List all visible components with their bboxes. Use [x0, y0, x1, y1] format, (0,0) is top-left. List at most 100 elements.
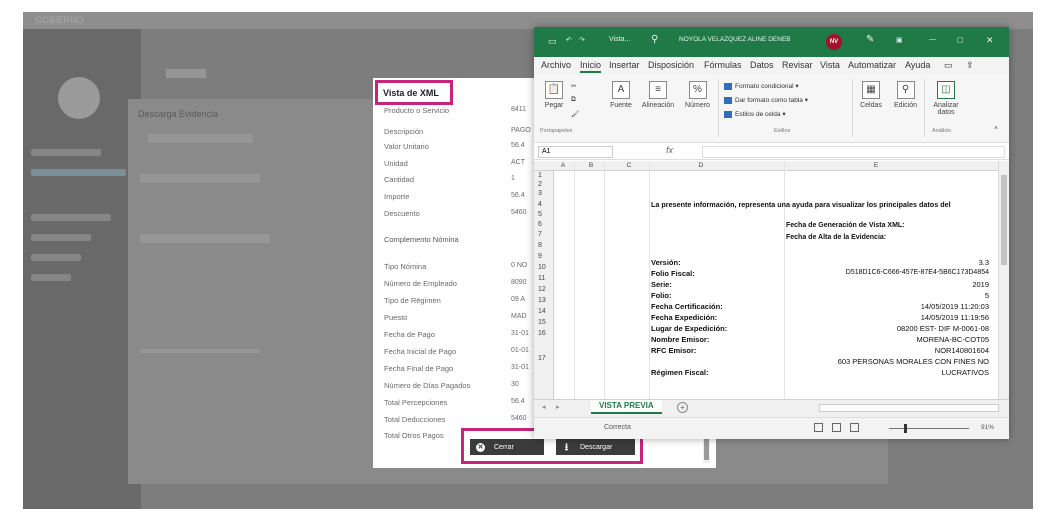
row-number[interactable]: 1 [538, 172, 542, 179]
menu-revisar[interactable]: Revisar [782, 60, 813, 70]
page-break-icon[interactable] [850, 423, 859, 432]
issuer-rfc-value-cell[interactable]: NOR140801604 [784, 346, 989, 355]
prev-sheet-icon[interactable]: ◂ [542, 403, 546, 411]
menu-automatizar[interactable]: Automatizar [848, 60, 896, 70]
folio-label-cell[interactable]: Folio: [651, 291, 671, 300]
issuer-name-value-cell[interactable]: MORENA-BC-COT05 [784, 335, 989, 344]
analyze-data-button[interactable]: ◫ Analizar datos [928, 81, 964, 116]
row-number[interactable]: 16 [538, 330, 546, 337]
search-icon[interactable]: ⚲ [651, 34, 658, 45]
avatar[interactable]: NV [826, 34, 842, 50]
zoom-level[interactable]: 91% [981, 424, 994, 431]
menu-ayuda[interactable]: Ayuda [905, 60, 930, 70]
column-header[interactable]: A [556, 162, 570, 169]
row-number[interactable]: 9 [538, 253, 542, 260]
tax-regime-value-cell[interactable]: 603 PERSONAS MORALES CON FINES NO [784, 357, 989, 366]
xml-scrollbar-thumb[interactable] [704, 438, 709, 460]
next-sheet-icon[interactable]: ▸ [556, 403, 560, 411]
intro-text-cell[interactable]: La presente información, representa una … [651, 200, 951, 209]
vertical-scrollbar-thumb[interactable] [1001, 175, 1007, 265]
cut-icon[interactable]: ✂ [571, 82, 576, 90]
row-number[interactable]: 6 [538, 221, 542, 228]
vertical-scrollbar[interactable] [998, 161, 1009, 399]
zoom-slider[interactable] [889, 428, 969, 429]
minimize-icon[interactable]: — [929, 36, 936, 43]
row-number[interactable]: 5 [538, 211, 542, 218]
menu-disposicion[interactable]: Disposición [648, 60, 694, 70]
share-icon[interactable]: ⇪ [966, 60, 974, 71]
folio-fiscal-value-cell[interactable]: D518D1C6-C666-457E-87E4-5B6C173D4854 [784, 269, 989, 276]
menu-archivo[interactable]: Archivo [541, 60, 571, 70]
pen-icon[interactable]: ✎ [866, 34, 874, 45]
page-layout-icon[interactable] [832, 423, 841, 432]
column-header[interactable]: C [622, 162, 636, 169]
maximize-icon[interactable]: ▢ [957, 36, 964, 44]
format-painter-icon[interactable]: 🖌 [571, 110, 579, 118]
folio-fiscal-label-cell[interactable]: Folio Fiscal: [651, 269, 695, 278]
close-button[interactable]: ✕ Cerrar [470, 439, 544, 455]
menu-inicio[interactable]: Inicio [580, 60, 602, 73]
undo-icon[interactable]: ↶ [566, 36, 572, 44]
paste-button[interactable]: 📋 Pegar [540, 81, 568, 109]
sheet-tab-vista-previa[interactable]: VISTA PREVIA [591, 400, 662, 414]
alignment-button[interactable]: ≡ Alineación [639, 81, 677, 109]
conditional-format-button[interactable]: Formato condicional ▾ [724, 82, 799, 90]
horizontal-scrollbar[interactable] [819, 404, 999, 412]
expedition-place-label-cell[interactable]: Lugar de Expedición: [651, 324, 727, 333]
worksheet-grid[interactable]: A B C D E 1 2 3 4 5 6 7 8 9 10 11 12 13 … [534, 161, 998, 399]
row-number[interactable]: 13 [538, 297, 546, 304]
formula-input[interactable] [702, 146, 1005, 158]
zoom-slider-knob[interactable] [904, 424, 907, 433]
name-box[interactable]: A1 [538, 146, 613, 158]
comments-icon[interactable]: ▭ [944, 60, 953, 71]
row-number[interactable]: 17 [538, 355, 546, 362]
normal-view-icon[interactable] [814, 423, 823, 432]
row-number[interactable]: 2 [538, 181, 542, 188]
column-header[interactable]: B [584, 162, 598, 169]
version-value-cell[interactable]: 3.3 [784, 258, 989, 267]
certification-date-value-cell[interactable]: 14/05/2019 11:20:03 [784, 302, 989, 311]
function-icon[interactable]: fx [666, 145, 673, 155]
evidence-date-cell[interactable]: Fecha de Alta de la Evidencia: [786, 234, 886, 241]
serie-value-cell[interactable]: 2019 [784, 280, 989, 289]
serie-label-cell[interactable]: Serie: [651, 280, 672, 289]
copy-icon[interactable]: ⧉ [571, 96, 576, 104]
close-window-icon[interactable]: ✕ [986, 35, 994, 46]
ribbon-display-icon[interactable]: ▣ [896, 36, 903, 44]
folio-value-cell[interactable]: 5 [784, 291, 989, 300]
menu-vista[interactable]: Vista [820, 60, 840, 70]
row-number[interactable]: 4 [538, 201, 542, 208]
menu-insertar[interactable]: Insertar [609, 60, 640, 70]
row-number[interactable]: 7 [538, 231, 542, 238]
number-button[interactable]: % Número [681, 81, 714, 109]
issuer-rfc-label-cell[interactable]: RFC Emisor: [651, 346, 696, 355]
download-button[interactable]: ⭳ Descargar [556, 439, 635, 455]
row-number[interactable]: 11 [538, 275, 545, 282]
expedition-date-value-cell[interactable]: 14/05/2019 11:19:56 [784, 313, 989, 322]
row-number[interactable]: 15 [538, 319, 546, 326]
row-number[interactable]: 3 [538, 190, 542, 197]
tax-regime-value-cell-2[interactable]: LUCRATIVOS [784, 368, 989, 377]
table-format-button[interactable]: Dar formato como tabla ▾ [724, 96, 808, 104]
tax-regime-label-cell[interactable]: Régimen Fiscal: [651, 368, 709, 377]
collapse-ribbon-icon[interactable]: ˄ [994, 125, 998, 132]
font-button[interactable]: A Fuente [606, 81, 636, 109]
row-number[interactable]: 12 [538, 286, 546, 293]
expedition-date-label-cell[interactable]: Fecha Expedición: [651, 313, 717, 322]
editing-button[interactable]: ⚲ Edición [889, 81, 922, 109]
add-sheet-icon[interactable]: + [677, 402, 688, 413]
column-header[interactable]: E [869, 162, 883, 169]
cell-styles-button[interactable]: Estilos de celda ▾ [724, 110, 786, 118]
redo-icon[interactable]: ↷ [579, 36, 585, 44]
generation-date-cell[interactable]: Fecha de Generación de Vista XML: [786, 222, 905, 229]
save-icon[interactable]: ▭ [548, 36, 557, 47]
expedition-place-value-cell[interactable]: 08200 EST- DIF M-0061-08 [784, 324, 989, 333]
row-number[interactable]: 8 [538, 242, 542, 249]
menu-datos[interactable]: Datos [750, 60, 774, 70]
issuer-name-label-cell[interactable]: Nombre Emisor: [651, 335, 709, 344]
row-number[interactable]: 10 [538, 264, 546, 271]
cells-button[interactable]: ▦ Celdas [856, 81, 886, 109]
menu-formulas[interactable]: Fórmulas [704, 60, 742, 70]
version-label-cell[interactable]: Versión: [651, 258, 681, 267]
column-header[interactable]: D [694, 162, 708, 169]
